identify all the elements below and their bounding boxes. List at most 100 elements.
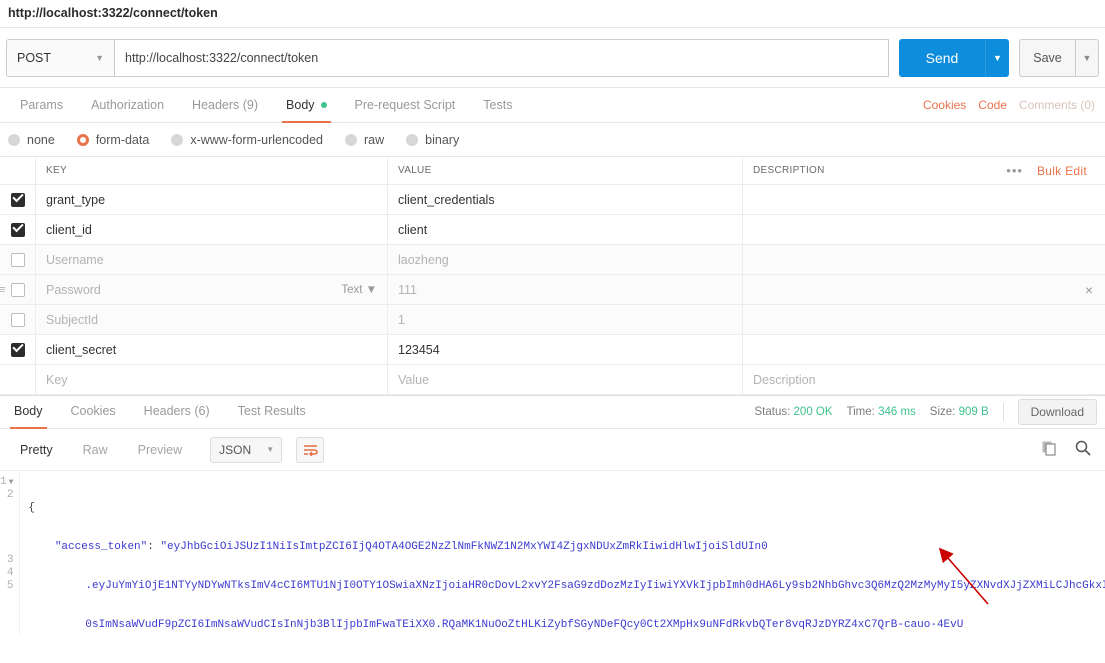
row-key-input[interactable]: Password Text ▼ — [36, 275, 388, 304]
chevron-down-icon: ▼ — [365, 283, 377, 296]
row-checkbox-cell[interactable] — [0, 185, 36, 214]
row-checkbox-cell[interactable] — [0, 335, 36, 364]
row-value-input[interactable]: client_credentials — [388, 185, 743, 214]
body-type-form-data[interactable]: form-data — [76, 133, 160, 147]
row-description-input[interactable] — [743, 245, 1105, 274]
row-key-input[interactable]: client_secret — [36, 335, 388, 364]
new-row-key-input[interactable]: Key — [36, 365, 388, 394]
line-number: 1 ▼ — [0, 476, 14, 488]
code-line-token-cont: .eyJuYmYiOjE1NTYyNDYwNTksImV4cCI6MTU1NjI… — [85, 580, 1105, 592]
table-header-tools: ••• Bulk Edit — [825, 163, 1095, 178]
row-key-input[interactable]: client_id — [36, 215, 388, 244]
row-value-input[interactable]: 123454 — [388, 335, 743, 364]
row-checkbox[interactable] — [10, 222, 25, 237]
row-value-value: client_credentials — [398, 192, 495, 207]
request-url-input[interactable]: http://localhost:3322/connect/token — [114, 38, 889, 77]
save-button[interactable]: Save — [1019, 38, 1075, 77]
status-value: 200 OK — [793, 406, 833, 418]
column-header-key: KEY — [36, 157, 388, 184]
row-value-input[interactable]: client — [388, 215, 743, 244]
viewer-tab-preview[interactable]: Preview — [124, 438, 196, 462]
new-row-value-placeholder: Value — [398, 372, 430, 387]
http-method-select[interactable]: POST ▼ — [6, 38, 114, 77]
save-options-button[interactable]: ▼ — [1075, 38, 1099, 77]
row-description-input[interactable] — [743, 305, 1105, 334]
response-tab-headers[interactable]: Headers (6) — [130, 395, 224, 429]
response-format-select[interactable]: JSON ▼ — [210, 436, 283, 463]
row-value-input[interactable]: 1 — [388, 305, 743, 334]
viewer-actions — [1041, 440, 1091, 459]
drag-handle-icon[interactable]: ≡ — [0, 284, 5, 296]
send-button-group: Send ▼ — [899, 38, 1009, 77]
search-icon[interactable] — [1075, 440, 1091, 459]
row-value-value: laozheng — [398, 252, 449, 267]
bulk-edit-button[interactable]: Bulk Edit — [1037, 164, 1087, 178]
comments-link[interactable]: Comments (0) — [1019, 98, 1095, 112]
body-type-binary[interactable]: binary — [406, 133, 469, 147]
viewer-tab-raw[interactable]: Raw — [69, 438, 122, 462]
row-checkbox-cell[interactable] — [0, 305, 36, 334]
chevron-down-icon: ▼ — [95, 52, 104, 63]
line-number: 4 — [6, 567, 14, 579]
table-row[interactable]: SubjectId 1 — [0, 305, 1105, 335]
json-code-content[interactable]: { "access_token": "eyJhbGciOiJSUzI1NiIsI… — [20, 471, 1105, 634]
table-row[interactable]: client_secret 123454 — [0, 335, 1105, 365]
radio-binary-icon — [406, 133, 419, 146]
row-key-input[interactable]: grant_type — [36, 185, 388, 214]
send-options-button[interactable]: ▼ — [985, 38, 1009, 77]
response-tab-test-results[interactable]: Test Results — [224, 395, 320, 429]
download-button[interactable]: Download — [1017, 399, 1097, 425]
body-type-urlencoded[interactable]: x-www-form-urlencoded — [171, 133, 333, 147]
radio-urlencoded-icon — [171, 133, 184, 146]
copy-icon[interactable] — [1041, 440, 1057, 459]
row-key-input[interactable]: SubjectId — [36, 305, 388, 334]
tab-headers[interactable]: Headers (9) — [178, 88, 272, 123]
body-type-none[interactable]: none — [8, 133, 65, 147]
row-checkbox-cell[interactable] — [0, 215, 36, 244]
send-button[interactable]: Send — [899, 38, 985, 77]
row-value-input[interactable]: laozheng — [388, 245, 743, 274]
response-body-code[interactable]: 1 ▼ 2 3 4 5 { "access_token": "eyJhbGciOi… — [0, 471, 1105, 634]
response-tab-body[interactable]: Body — [0, 395, 57, 429]
time-label: Time: — [846, 406, 875, 418]
cookies-link[interactable]: Cookies — [923, 98, 966, 112]
new-row-value-input[interactable]: Value — [388, 365, 743, 394]
new-row-description-input[interactable]: Description — [743, 365, 1105, 394]
table-new-row[interactable]: Key Value Description — [0, 365, 1105, 395]
remove-row-icon[interactable]: × — [1085, 282, 1093, 298]
row-checkbox-cell[interactable]: ≡ — [0, 275, 36, 304]
row-key-input[interactable]: Username — [36, 245, 388, 274]
response-tab-cookies[interactable]: Cookies — [57, 395, 130, 429]
word-wrap-toggle[interactable] — [296, 436, 325, 463]
request-url-value: http://localhost:3322/connect/token — [125, 50, 319, 65]
row-checkbox[interactable] — [10, 282, 25, 297]
tab-params[interactable]: Params — [6, 88, 77, 123]
row-checkbox[interactable] — [10, 312, 25, 327]
row-checkbox[interactable] — [10, 342, 25, 357]
code-link[interactable]: Code — [978, 98, 1007, 112]
row-description-input[interactable] — [743, 335, 1105, 364]
line-number-blank — [0, 541, 19, 554]
table-row[interactable]: grant_type client_credentials — [0, 185, 1105, 215]
table-row[interactable]: client_id client — [0, 215, 1105, 245]
line-number-blank — [0, 515, 19, 528]
tab-pre-request-script[interactable]: Pre-request Script — [341, 88, 470, 123]
tab-tests[interactable]: Tests — [469, 88, 526, 123]
row-checkbox-cell[interactable] — [0, 245, 36, 274]
tab-body[interactable]: Body — [272, 88, 341, 123]
row-description-input[interactable]: × — [743, 275, 1105, 304]
more-options-icon[interactable]: ••• — [1006, 163, 1023, 178]
row-description-input[interactable] — [743, 185, 1105, 214]
row-type-select[interactable]: Text ▼ — [341, 284, 377, 296]
table-row[interactable]: ≡ Password Text ▼ 111 × — [0, 275, 1105, 305]
row-checkbox[interactable] — [10, 192, 25, 207]
row-value-input[interactable]: 111 — [388, 275, 743, 304]
viewer-tab-pretty[interactable]: Pretty — [6, 438, 67, 462]
form-data-table: KEY VALUE DESCRIPTION ••• Bulk Edit gran… — [0, 156, 1105, 395]
row-description-input[interactable] — [743, 215, 1105, 244]
tab-body-label: Body — [286, 97, 315, 112]
tab-authorization[interactable]: Authorization — [77, 88, 178, 123]
table-row[interactable]: Username laozheng — [0, 245, 1105, 275]
body-type-raw[interactable]: raw — [345, 133, 394, 147]
row-checkbox[interactable] — [10, 252, 25, 267]
